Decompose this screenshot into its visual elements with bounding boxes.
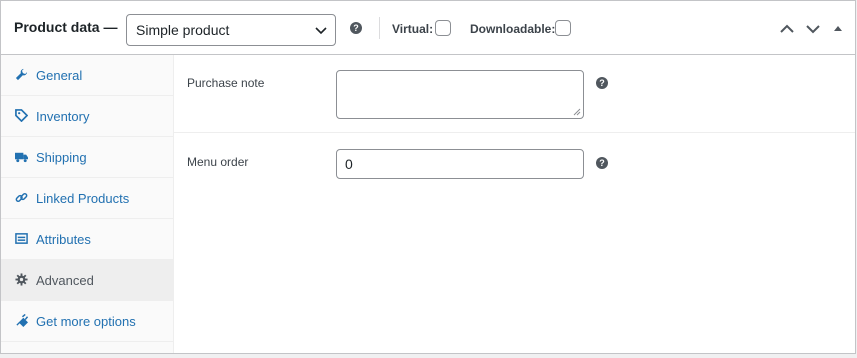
tab-general[interactable]: General [1,55,173,96]
product-type-select[interactable]: Simple product [126,14,336,46]
tab-label: Inventory [36,109,90,124]
tab-label: Linked Products [36,191,130,206]
plug-icon [16,314,28,327]
collapse-toggle-icon[interactable] [831,20,845,38]
truck-icon [15,152,28,163]
move-down-icon[interactable] [804,20,822,38]
panel-header: Product data — Simple product ? Virtual:… [1,1,855,55]
tab-label: Attributes [36,232,91,247]
tab-inventory[interactable]: Inventory [1,96,173,137]
tab-get-more-options[interactable]: Get more options [1,301,173,342]
wrench-icon [15,68,28,81]
product-data-panel: Product data — Simple product ? Virtual:… [0,0,856,354]
help-icon[interactable]: ? [596,157,608,169]
link-icon [15,192,28,203]
list-icon [15,233,28,244]
downloadable-checkbox[interactable] [555,20,571,36]
tab-label: Shipping [36,150,87,165]
resize-handle-icon[interactable] [573,108,581,116]
tab-label: Get more options [36,314,136,329]
product-type-value: Simple product [136,22,230,38]
tab-label: General [36,68,83,83]
tab-linked-products[interactable]: Linked Products [1,178,173,219]
menu-order-input[interactable]: 0 [336,149,584,179]
tab-shipping[interactable]: Shipping [1,137,173,178]
purchase-note-textarea[interactable] [336,70,584,119]
tab-label: Advanced [36,273,94,288]
tag-icon [15,109,28,122]
product-data-tabs: General Inventory Shipping Linked Produc… [1,55,174,353]
downloadable-label: Downloadable: [470,22,556,36]
chevron-down-icon [315,27,327,35]
help-icon[interactable]: ? [596,77,608,89]
virtual-label: Virtual: [392,22,434,36]
advanced-panel: Purchase note ? Menu order 0 ? [174,55,855,353]
tab-attributes[interactable]: Attributes [1,219,173,260]
help-icon[interactable]: ? [350,22,362,34]
virtual-checkbox[interactable] [435,20,451,36]
gear-icon [15,273,28,286]
purchase-note-label: Purchase note [187,76,265,90]
menu-order-label: Menu order [187,155,249,169]
move-up-icon[interactable] [778,20,796,38]
menu-order-row: Menu order 0 ? [174,133,855,193]
panel-title: Product data — [14,19,118,35]
divider [379,17,380,39]
tab-advanced[interactable]: Advanced [1,260,173,301]
purchase-note-row: Purchase note ? [174,55,855,133]
